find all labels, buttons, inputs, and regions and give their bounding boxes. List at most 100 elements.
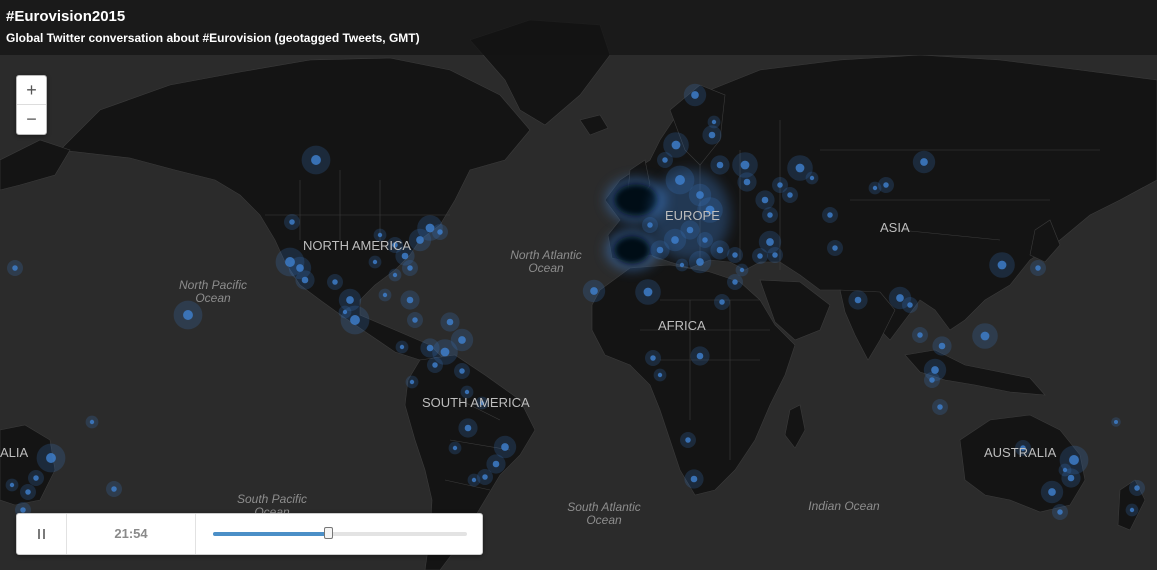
label-australia-left: ALIA	[0, 445, 29, 460]
tweet-dot	[732, 279, 738, 285]
tweet-dot	[671, 236, 679, 244]
tweet-dot	[761, 196, 769, 204]
zoom-control: + −	[16, 75, 47, 135]
tweet-dot	[20, 507, 26, 513]
timeline-time: 21:54	[67, 514, 196, 554]
tweet-dot	[711, 119, 717, 125]
label-south-atlantic: South Atlantic	[567, 500, 641, 514]
tweet-dot	[464, 389, 470, 395]
map-canvas: NORTH AMERICA SOUTH AMERICA EUROPE AFRIC…	[0, 0, 1157, 570]
tweet-dot	[938, 342, 946, 350]
tweet-dot	[1062, 467, 1068, 473]
tweet-dot	[1048, 488, 1056, 496]
tweet-dot	[33, 475, 39, 481]
tweet-dot	[739, 267, 745, 273]
tweet-dot	[787, 192, 793, 198]
tweet-dot	[289, 219, 295, 225]
tweet-dot	[656, 246, 664, 254]
timeline-progress	[213, 532, 329, 536]
tweet-dot	[501, 443, 509, 451]
tweet-dot	[342, 309, 348, 315]
tweet-dot	[412, 317, 418, 323]
tweet-dot	[459, 368, 465, 374]
timeline-handle[interactable]	[323, 527, 333, 539]
tweet-dot	[691, 91, 699, 99]
tweet-dot	[301, 276, 309, 284]
tweet-dot	[679, 262, 685, 268]
tweet-dot	[854, 296, 862, 304]
tweet-dot	[929, 377, 935, 383]
zoom-in-button[interactable]: +	[17, 76, 46, 105]
tweet-dot	[740, 160, 750, 170]
tweet-dot	[883, 182, 889, 188]
label-south-pacific: South Pacific	[237, 492, 307, 506]
tweet-dot	[772, 252, 778, 258]
tweet-dot	[9, 482, 15, 488]
tweet-dot	[743, 178, 751, 186]
tweet-dot	[696, 191, 704, 199]
label-europe: EUROPE	[665, 208, 720, 223]
label-south-america: SOUTH AMERICA	[422, 395, 530, 410]
tweet-dot	[757, 253, 763, 259]
tweet-dot	[732, 252, 738, 258]
tweet-dot	[12, 265, 18, 271]
zoom-out-button[interactable]: −	[17, 105, 46, 133]
world-map[interactable]: NORTH AMERICA SOUTH AMERICA EUROPE AFRIC…	[0, 0, 1157, 570]
pause-icon-bar-left	[38, 529, 40, 539]
tweet-dot	[464, 424, 472, 432]
tweet-dot	[471, 477, 477, 483]
tweet-dot	[1035, 265, 1041, 271]
tweet-dot	[766, 238, 774, 246]
tweet-dot	[686, 226, 694, 234]
tweet-dot	[872, 185, 878, 191]
tweet-dot	[1067, 474, 1075, 482]
tweet-dot	[406, 296, 414, 304]
tweet-dot	[332, 279, 338, 285]
tweet-dot	[311, 155, 321, 165]
tweet-dot	[1129, 507, 1135, 513]
map-title: #Eurovision2015	[6, 8, 126, 25]
pause-button[interactable]	[17, 514, 67, 554]
tweet-dot	[392, 272, 398, 278]
tweet-dot	[407, 265, 413, 271]
tweet-dot	[382, 292, 388, 298]
tweet-dot	[696, 258, 704, 266]
tweet-dot	[708, 131, 716, 139]
tweet-dot	[827, 212, 833, 218]
tweet-dot	[46, 453, 56, 463]
tweet-dot	[809, 175, 815, 181]
tweet-dot	[662, 157, 668, 163]
tweet-dot	[696, 352, 704, 360]
label-south-atlantic-ocean: Ocean	[586, 513, 622, 527]
tweet-dot	[426, 344, 434, 352]
tweet-dot	[25, 489, 31, 495]
map-subtitle: Global Twitter conversation about #Eurov…	[6, 31, 420, 45]
tweet-dot	[907, 302, 913, 308]
tweet-dot	[452, 445, 458, 451]
tweet-dot	[896, 294, 904, 302]
tweet-dot	[675, 175, 685, 185]
map-header: #Eurovision2015 Global Twitter conversat…	[0, 0, 1157, 55]
tweet-dot	[917, 332, 923, 338]
timeline-player: 21:54	[16, 513, 483, 555]
tweet-dot	[377, 232, 383, 238]
tweet-dot	[432, 362, 438, 368]
label-asia: ASIA	[880, 220, 910, 235]
tweet-dot	[399, 344, 405, 350]
tweet-dot	[409, 379, 415, 385]
label-north-pacific-ocean: Ocean	[195, 291, 231, 305]
tweet-dot	[767, 212, 773, 218]
tweet-dot	[657, 372, 663, 378]
tweet-dot	[937, 404, 943, 410]
tweet-dot	[685, 437, 691, 443]
tweet-dot	[437, 229, 443, 235]
tweet-dot	[980, 331, 990, 341]
timeline-slider[interactable]	[213, 527, 467, 539]
tweet-dot	[702, 237, 708, 243]
label-australia: AUSTRALIA	[984, 445, 1057, 460]
tweet-dot	[401, 252, 409, 260]
tweet-dot	[643, 287, 653, 297]
tweet-dot	[690, 475, 698, 483]
tweet-dot	[590, 287, 598, 295]
tweet-dot	[372, 259, 378, 265]
